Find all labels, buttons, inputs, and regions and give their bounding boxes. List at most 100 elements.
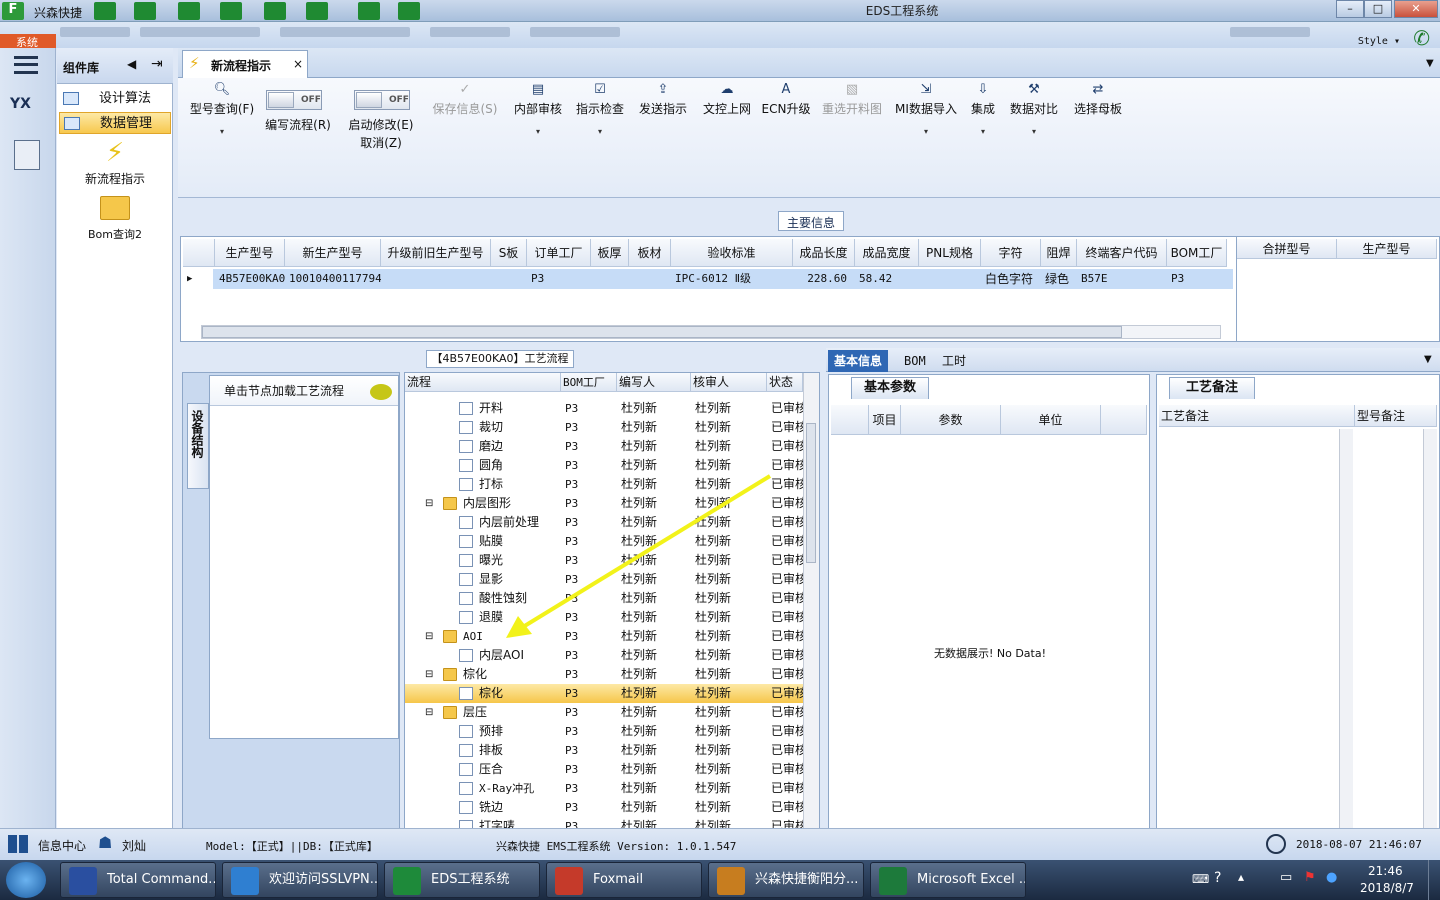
tree-row[interactable]: 贴膜 P3 杜列新 杜列新 已审核 <box>405 532 803 551</box>
internal-review-button[interactable]: ▤ 内部审核 ▾ <box>510 82 566 136</box>
network-icon[interactable]: ▭ <box>1280 870 1292 885</box>
taskbar-item[interactable]: Foxmail <box>546 862 702 898</box>
tab-bom[interactable]: BOM <box>898 350 932 372</box>
col-header[interactable]: 状态 <box>767 373 803 392</box>
taskbar-item[interactable]: Microsoft Excel ... <box>870 862 1026 898</box>
tab-dropdown-icon[interactable]: ▼ <box>1426 58 1434 69</box>
tree-row[interactable]: 酸性蚀刻 P3 杜列新 杜列新 已审核 <box>405 589 803 608</box>
col-header[interactable]: 订单工厂 <box>527 239 591 267</box>
antivirus-icon[interactable]: ⚑ <box>1304 870 1316 885</box>
col-header[interactable]: 参数 <box>901 405 1001 435</box>
tree-row[interactable]: 开料 P3 杜列新 杜列新 已审核 <box>405 399 803 418</box>
col-header[interactable]: 板材 <box>629 239 671 267</box>
upload-button[interactable]: ☁ 文控上网 <box>698 82 756 117</box>
hamburger-icon[interactable] <box>14 56 38 74</box>
send-button[interactable]: ⇪ 发送指示 <box>634 82 692 117</box>
bom-query-item[interactable]: Bom查询2 <box>57 196 173 242</box>
col-header[interactable]: 阻焊 <box>1041 239 1077 267</box>
taskbar-item[interactable]: 欢迎访问SSLVPN... <box>222 862 378 898</box>
check-button[interactable]: ☑ 指示检查 ▾ <box>572 82 628 136</box>
col-header[interactable]: 升级前旧生产型号 <box>381 239 491 267</box>
cell-length[interactable]: 228.60 <box>793 269 855 289</box>
tab-work-hours[interactable]: 工时 <box>936 350 972 372</box>
dropdown-arrow-icon[interactable]: ▾ <box>572 127 628 136</box>
reselect-button[interactable]: ▧ 重选开料图 <box>816 82 888 117</box>
col-header[interactable]: 新生产型号 <box>285 239 381 267</box>
nav-item-data-manage[interactable]: 数据管理 <box>59 112 171 134</box>
tree-row[interactable]: X-Ray冲孔 P3 杜列新 杜列新 已审核 <box>405 779 803 798</box>
tree-row[interactable]: 压合 P3 杜列新 杜列新 已审核 <box>405 760 803 779</box>
collapse-icon[interactable]: ⊟ <box>425 703 433 722</box>
integrate-button[interactable]: ⇩ 集成 ▾ <box>966 82 1000 136</box>
horizontal-scrollbar[interactable] <box>201 325 1221 339</box>
cell-mask[interactable]: 绿色 <box>1041 269 1077 289</box>
col-header[interactable]: BOM工厂 <box>561 373 617 392</box>
cell-new-model[interactable]: 10010400117794 <box>285 269 381 289</box>
tree-row[interactable]: 圆角 P3 杜列新 杜列新 已审核 <box>405 456 803 475</box>
cell-standard[interactable]: IPC-6012 Ⅱ级 <box>671 269 793 289</box>
tree-row[interactable]: 磨边 P3 杜列新 杜列新 已审核 <box>405 437 803 456</box>
tree-row[interactable]: ⊟ AOI P3 杜列新 杜列新 已审核 <box>405 627 803 646</box>
collapse-icon[interactable]: ⊟ <box>425 627 433 646</box>
save-button[interactable]: ✓ 保存信息(S) <box>428 82 502 117</box>
scroll-thumb[interactable] <box>806 423 816 563</box>
logo-icon[interactable]: YX <box>10 96 44 128</box>
start-modify-toggle[interactable]: OFF <box>354 90 410 110</box>
scroll-thumb[interactable] <box>202 326 1122 338</box>
col-header[interactable]: 板厚 <box>591 239 629 267</box>
model-query-button[interactable]: 🔍︎ 型号查询(F) ▾ <box>182 82 262 136</box>
col-header[interactable]: 字符 <box>981 239 1041 267</box>
tree-row[interactable]: 预排 P3 杜列新 杜列新 已审核 <box>405 722 803 741</box>
keyboard-icon[interactable]: ⌨ <box>1192 872 1209 886</box>
col-header[interactable]: BOM工厂 <box>1167 239 1227 267</box>
show-desktop-button[interactable] <box>1428 860 1440 900</box>
tree-row[interactable]: 裁切 P3 杜列新 杜列新 已审核 <box>405 418 803 437</box>
taskbar-item[interactable]: EDS工程系统 <box>384 862 540 898</box>
col-header[interactable]: 核审人 <box>691 373 767 392</box>
col-header[interactable]: 合拼型号 <box>1237 239 1337 259</box>
tree-row[interactable]: 内层前处理 P3 杜列新 杜列新 已审核 <box>405 513 803 532</box>
globe-icon[interactable]: ● <box>1326 870 1337 885</box>
tree-row[interactable]: 曝光 P3 杜列新 杜列新 已审核 <box>405 551 803 570</box>
col-header[interactable]: 成品长度 <box>793 239 855 267</box>
tree-row[interactable]: ⊟ 内层图形 P3 杜列新 杜列新 已审核 <box>405 494 803 513</box>
col-header[interactable]: 流程 <box>405 373 561 392</box>
collapse-icon[interactable]: ⊟ <box>425 494 433 513</box>
col-header[interactable]: 型号备注 <box>1355 405 1437 427</box>
edit-flow-toggle[interactable]: OFF <box>266 90 322 110</box>
dropdown-arrow-icon[interactable]: ▼ <box>1424 354 1432 365</box>
select-board-button[interactable]: ⇄ 选择母板 <box>1068 82 1128 117</box>
compare-button[interactable]: ⚒ 数据对比 ▾ <box>1006 82 1062 136</box>
vertical-scrollbar[interactable] <box>1339 429 1353 875</box>
dropdown-arrow-icon[interactable]: ▾ <box>892 127 960 136</box>
dropdown-arrow-icon[interactable]: ▾ <box>182 127 262 136</box>
col-header[interactable]: 验收标准 <box>671 239 793 267</box>
col-header[interactable]: 工艺备注 <box>1159 405 1355 427</box>
cell-char[interactable]: 白色字符 <box>981 269 1041 289</box>
col-header[interactable]: 单位 <box>1001 405 1101 435</box>
col-header[interactable]: 生产型号 <box>215 239 285 267</box>
close-button[interactable]: ✕ <box>1394 0 1438 18</box>
start-button[interactable] <box>6 862 46 898</box>
taskbar-item[interactable]: 兴森快捷衡阳分... <box>708 862 864 898</box>
tree-row[interactable]: 棕化 P3 杜列新 杜列新 已审核 <box>405 684 803 703</box>
tree-row[interactable]: 退膜 P3 杜列新 杜列新 已审核 <box>405 608 803 627</box>
vertical-scrollbar[interactable] <box>803 373 819 859</box>
help-icon[interactable]: ? <box>1214 870 1221 886</box>
style-menu[interactable]: Style ▾ <box>1358 36 1400 47</box>
cell-width[interactable]: 58.42 <box>855 269 919 289</box>
dropdown-arrow-icon[interactable]: ▾ <box>510 127 566 136</box>
tab-new-flow[interactable]: ⚡ 新流程指示 × <box>182 50 308 78</box>
calendar-tool-icon[interactable] <box>14 140 40 170</box>
cell-bom-factory[interactable]: P3 <box>1167 269 1227 289</box>
tree-row[interactable]: 排板 P3 杜列新 杜列新 已审核 <box>405 741 803 760</box>
ecn-button[interactable]: A ECN升级 <box>760 82 812 117</box>
tree-row[interactable]: 显影 P3 杜列新 杜列新 已审核 <box>405 570 803 589</box>
tab-close-icon[interactable]: × <box>293 57 303 71</box>
taskbar-item[interactable]: Total Command... <box>60 862 216 898</box>
cell-order-factory[interactable]: P3 <box>527 269 591 289</box>
system-menu[interactable]: 系统 <box>0 34 56 49</box>
dropdown-arrow-icon[interactable]: ▾ <box>966 127 1000 136</box>
col-header[interactable]: 项目 <box>869 405 901 435</box>
new-flow-item[interactable]: ⚡ 新流程指示 <box>57 138 173 187</box>
